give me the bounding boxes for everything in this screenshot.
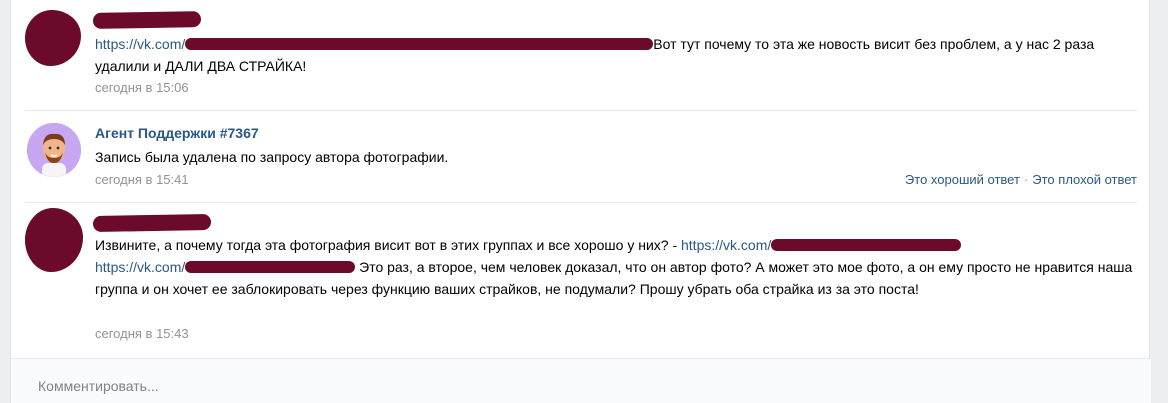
comment-body-start: Извините, а почему тогда эта фотография …	[95, 237, 681, 253]
comment-text: Запись была удалена по запросу автора фо…	[95, 149, 449, 165]
comment-1: https://vk.com/Вот тут почему то эта же …	[11, 0, 1151, 111]
comment-3: Извините, а почему тогда эта фотография …	[11, 203, 1151, 358]
comment-text: https://vk.com/Вот тут почему то эта же …	[95, 33, 1137, 77]
comment-input-placeholder[interactable]: Комментировать...	[38, 378, 159, 394]
agent-face-icon	[27, 123, 81, 177]
author-name-redacted[interactable]	[92, 11, 202, 29]
avatar-redacted[interactable]	[25, 208, 83, 272]
comment-2: Агент Поддержки #7367 Запись была удален…	[11, 111, 1151, 203]
good-answer-link[interactable]: Это хороший ответ	[905, 172, 1020, 187]
feedback-separator: ·	[1023, 172, 1029, 187]
comment-time[interactable]: сегодня в 15:43	[95, 326, 189, 341]
link-redaction	[185, 260, 356, 273]
comment-link-1[interactable]: https://vk.com/	[681, 237, 771, 253]
comment-time[interactable]: сегодня в 15:06	[95, 80, 189, 95]
comments-panel: https://vk.com/Вот тут почему то эта же …	[10, 0, 1151, 403]
support-agent-avatar[interactable]	[27, 123, 81, 177]
link-redaction	[185, 37, 654, 50]
avatar-redacted[interactable]	[25, 10, 81, 66]
answer-feedback: Это хороший ответ · Это плохой ответ	[905, 172, 1137, 187]
comment-input-area[interactable]: Комментировать...	[11, 358, 1151, 403]
comment-time[interactable]: сегодня в 15:41	[95, 172, 189, 187]
author-name-redacted[interactable]	[92, 213, 212, 233]
author-name[interactable]: Агент Поддержки #7367	[95, 125, 259, 141]
comment-link[interactable]: https://vk.com/	[95, 36, 185, 52]
bad-answer-link[interactable]: Это плохой ответ	[1032, 172, 1137, 187]
link-redaction	[771, 238, 962, 251]
comment-link-2[interactable]: https://vk.com/	[95, 259, 185, 275]
comment-text: Извините, а почему тогда эта фотография …	[95, 234, 1137, 300]
